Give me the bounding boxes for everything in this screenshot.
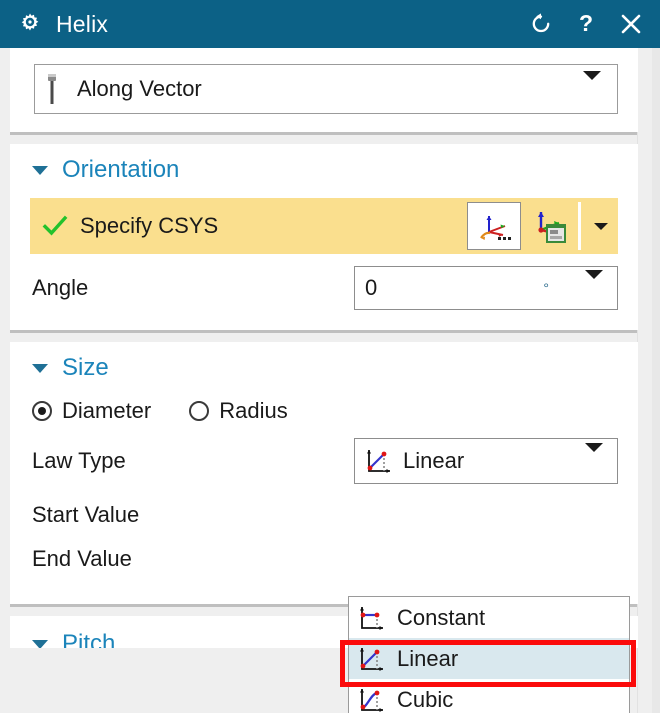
radio-indicator (189, 401, 210, 421)
angle-row: Angle 0 ° (32, 266, 618, 310)
csys-constructor-button[interactable] (523, 198, 575, 254)
law-type-label: Law Type (32, 448, 126, 473)
close-icon (621, 14, 640, 34)
law-constant-icon (349, 604, 389, 632)
size-mode-group: Diameter Radius (32, 398, 638, 424)
reset-button[interactable] (527, 11, 554, 38)
angle-field[interactable]: 0 ° (354, 266, 618, 310)
angle-value: 0 (365, 275, 378, 300)
law-option-linear[interactable]: Linear (349, 638, 629, 679)
collapse-triangle-icon (32, 639, 48, 648)
end-value-row: End Value (32, 546, 618, 572)
section-gap (10, 135, 638, 144)
chevron-down-icon (585, 443, 617, 470)
law-option-cubic[interactable]: Cubic (349, 679, 629, 713)
csys-dropdown-button[interactable] (584, 198, 618, 254)
green-check-icon (42, 215, 68, 236)
radio-indicator-selected (32, 401, 52, 421)
size-title: Size (62, 354, 109, 381)
law-cubic-icon (349, 686, 389, 713)
law-linear-icon (349, 645, 389, 673)
collapse-triangle-icon (32, 363, 48, 373)
radio-diameter-label: Diameter (62, 398, 152, 423)
angle-dropdown-button[interactable] (585, 270, 617, 297)
section-gap (10, 333, 638, 342)
reset-icon (532, 13, 549, 33)
angle-unit: ° (543, 280, 549, 296)
law-type-value: Linear (403, 448, 465, 473)
gear-icon (21, 13, 39, 31)
law-type-dropdown[interactable]: Constant Linear Cubic (348, 596, 630, 713)
helix-dialog: Helix ? Along Vector Orientation Specify… (0, 0, 660, 713)
dialog-body: Along Vector Orientation Specify CSYS An… (0, 48, 660, 713)
law-type-row: Law Type Linear (32, 438, 618, 484)
law-option-label: Linear (397, 645, 459, 671)
title-bar-buttons: ? (527, 11, 644, 38)
dialog-title: Helix (56, 10, 109, 37)
law-option-label: Cubic (397, 686, 454, 712)
law-linear-icon (355, 447, 395, 475)
chevron-down-icon (594, 222, 608, 230)
vector-axis-icon (35, 72, 69, 106)
csys-constructor-icon (538, 212, 566, 243)
specify-csys-label: Specify CSYS (80, 213, 219, 238)
size-section-header[interactable]: Size (10, 342, 638, 388)
collapse-triangle-icon (32, 165, 48, 175)
vector-section: Along Vector (10, 48, 638, 132)
law-option-constant[interactable]: Constant (349, 597, 629, 638)
pitch-title: Pitch (62, 630, 116, 648)
radio-diameter[interactable]: Diameter (32, 398, 151, 424)
dialog-title-bar: Helix ? (0, 0, 660, 48)
vector-type-combo[interactable]: Along Vector (34, 64, 618, 114)
csys-separator (578, 202, 581, 250)
radio-radius-label: Radius (219, 398, 288, 423)
radio-radius[interactable]: Radius (189, 398, 288, 424)
question-mark-icon: ? (578, 12, 592, 36)
chevron-down-icon (583, 71, 617, 98)
specify-csys-toggle[interactable]: Specify CSYS (30, 198, 465, 254)
csys-dialog-icon (480, 216, 511, 240)
orientation-section-header[interactable]: Orientation (10, 144, 638, 190)
end-value-label: End Value (32, 546, 132, 571)
svg-text:?: ? (578, 12, 592, 36)
orientation-title: Orientation (62, 156, 180, 183)
scroll-track[interactable] (652, 48, 660, 713)
vector-type-value: Along Vector (77, 76, 202, 101)
right-rail (637, 48, 660, 713)
orientation-section: Orientation Specify CSYS Angle 0 ° (10, 144, 638, 330)
size-section: Size Diameter Radius Law Type Linear Sta… (10, 342, 638, 604)
start-value-row: Start Value (32, 502, 618, 528)
law-type-combo[interactable]: Linear (354, 438, 618, 484)
start-value-label: Start Value (32, 502, 140, 527)
close-button[interactable] (617, 11, 644, 38)
angle-label: Angle (32, 275, 89, 300)
csys-dialog-button[interactable] (467, 202, 521, 250)
law-option-label: Constant (397, 604, 486, 630)
help-button[interactable]: ? (572, 11, 599, 38)
specify-csys-row: Specify CSYS (30, 198, 618, 254)
